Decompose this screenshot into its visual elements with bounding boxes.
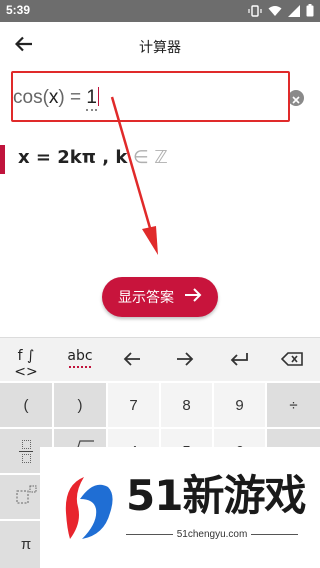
key-7[interactable]: 7 [108,383,159,427]
fraction-icon [19,439,33,463]
signal-icon [288,4,300,17]
backspace-button[interactable] [278,346,306,374]
keyboard-toolbar: f ∫ <> abc [0,337,320,384]
app-bar: 计算器 [0,22,320,70]
equation-value: 1 [86,87,97,111]
page-title: 计算器 [139,40,181,56]
status-bar: 5:39 [0,0,320,22]
key-divide[interactable]: ÷ [267,383,320,427]
answer-set: ∈ ℤ [127,147,168,168]
equation-prefix: cos( [13,87,49,108]
arrow-right-icon [176,351,194,370]
status-icons [248,4,314,17]
vibrate-icon [248,4,262,17]
key-close-paren[interactable]: ) [54,383,106,427]
power-icon [15,485,37,509]
answer-main: x = 2kπ , k [18,147,128,168]
text-caret [97,87,100,106]
watermark-url-text: 51chengyu.com [176,529,248,540]
tab-abc[interactable]: abc [62,348,98,368]
tab-indicator [69,366,91,368]
key-open-paren[interactable]: ( [0,383,52,427]
equation-suffix: ) = [58,87,87,108]
arrow-right-icon [184,288,202,306]
show-answer-label: 显示答案 [118,290,174,306]
answer-row: x = 2kπ , k ∈ ℤ [0,142,320,176]
tab-functions-label: f ∫ <> [14,348,38,380]
tab-functions[interactable]: f ∫ <> [6,348,46,384]
watermark: 51新游戏 51chengyu.com [40,447,320,568]
answer-accent-bar [0,145,5,174]
watermark-line-right [251,534,299,535]
equation-text[interactable]: cos(x) = 1 [13,87,100,111]
watermark-line-left [126,534,173,535]
key-8[interactable]: 8 [161,383,212,427]
tab-abc-label: abc [67,348,93,364]
watermark-logo [60,473,116,543]
wifi-icon [268,5,282,17]
watermark-url: 51chengyu.com [126,529,299,540]
show-answer-button[interactable]: 显示答案 [102,277,218,317]
answer-text: x = 2kπ , k ∈ ℤ [18,147,168,168]
clear-button[interactable] [288,90,304,106]
enter-icon [229,351,249,370]
arrow-left-icon [123,351,141,370]
key-9[interactable]: 9 [214,383,265,427]
cursor-right-button[interactable] [171,346,199,374]
cursor-left-button[interactable] [118,346,146,374]
equation-input[interactable]: cos(x) = 1 [0,70,320,126]
watermark-brand: 51新游戏 [126,471,306,520]
status-time: 5:39 [6,3,31,17]
enter-button[interactable] [225,346,253,374]
backspace-icon [280,351,303,370]
clear-icon [292,89,300,108]
battery-icon [306,4,314,17]
equation-variable: x [48,87,59,108]
